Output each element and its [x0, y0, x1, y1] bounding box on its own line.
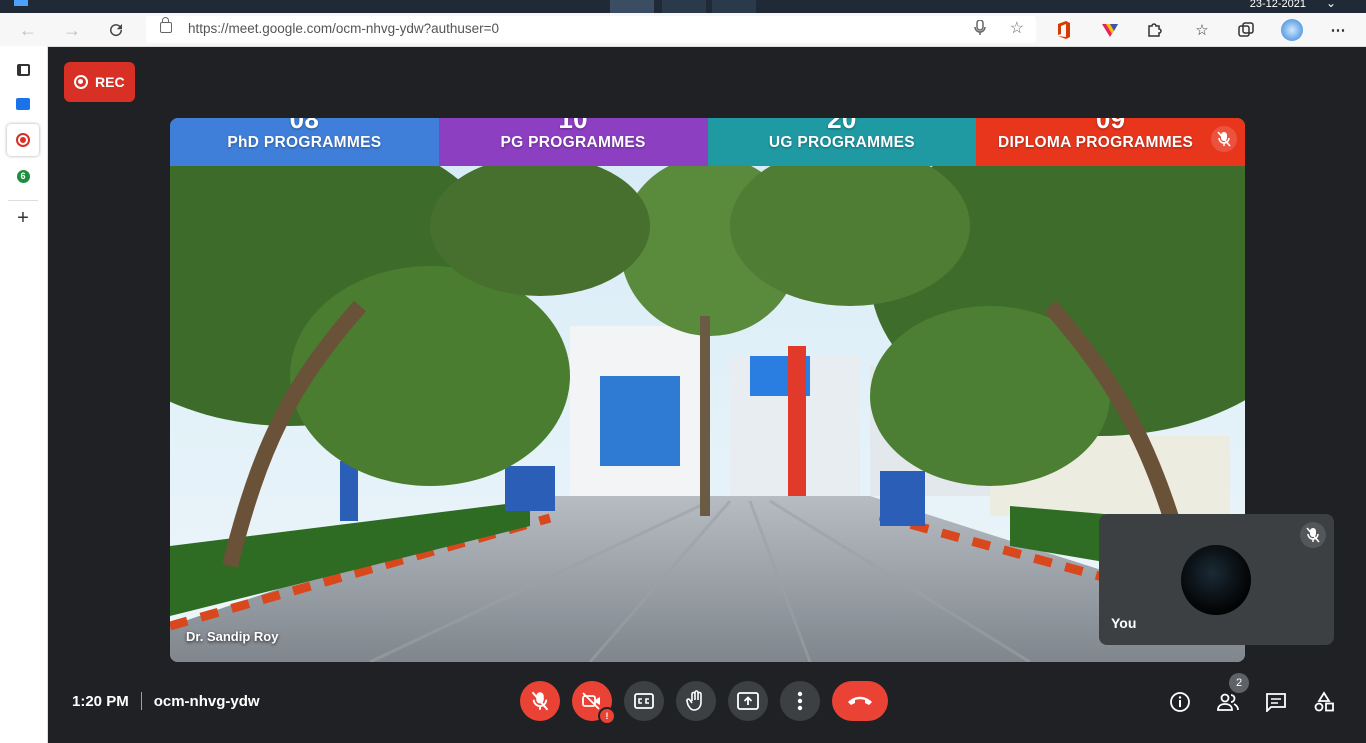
banner-cell-pg: 10 PG PROGRAMMES: [438, 118, 708, 166]
chevron-down-icon[interactable]: ⌄: [1326, 0, 1336, 10]
reload-icon: [110, 24, 123, 37]
address-url: https://meet.google.com/ocm-nhvg-ydw?aut…: [188, 21, 500, 36]
collections-icon[interactable]: [1234, 18, 1258, 42]
reload-button[interactable]: [102, 17, 130, 43]
microphone-icon[interactable]: [974, 19, 986, 39]
banner-number: 08: [289, 118, 320, 134]
meeting-time: 1:20 PM: [72, 692, 129, 710]
participant-count-badge: 2: [1229, 673, 1249, 693]
tab-actions-button[interactable]: [7, 54, 39, 86]
browser-sidebar: 6 +: [0, 46, 48, 743]
camera-off-icon: [582, 692, 600, 710]
leave-call-button[interactable]: [832, 681, 888, 721]
more-menu-icon[interactable]: ⋯: [1326, 18, 1350, 42]
favorites-icon[interactable]: ☆: [1190, 18, 1214, 42]
profile-avatar[interactable]: [1280, 18, 1304, 42]
add-sidebar-item-button[interactable]: +: [7, 202, 39, 234]
present-icon: [737, 692, 759, 710]
self-video-tile[interactable]: You: [1099, 514, 1334, 645]
contact-card-icon: [16, 98, 30, 110]
os-taskbar: 23-12-2021 ⌄: [0, 0, 1366, 13]
self-name-label: You: [1111, 615, 1137, 631]
hang-up-icon: [848, 696, 872, 705]
sidebar-divider: [8, 200, 38, 201]
banner-label: DIPLOMA PROGRAMMES: [998, 134, 1194, 151]
presenter-muted-icon: [1211, 126, 1237, 152]
speaker-name: Dr. Sandip Roy: [186, 629, 279, 644]
banner-cell-diploma: 09 DIPLOMA PROGRAMMES: [976, 118, 1245, 166]
taskbar-date: 23-12-2021: [1249, 0, 1306, 10]
windows-start-icon[interactable]: [14, 0, 28, 6]
hand-icon: [686, 690, 702, 711]
screen-recorder-button[interactable]: [7, 124, 39, 156]
taskbar-app-explorer[interactable]: [662, 0, 706, 13]
programmes-banner: 08 PhD PROGRAMMES 10 PG PROGRAMMES 20 UG…: [170, 118, 1245, 166]
banner-number: 09: [1095, 118, 1126, 134]
banner-cell-ug: 20 UG PROGRAMMES: [707, 118, 977, 166]
more-options-button[interactable]: [780, 681, 820, 721]
camera-warning-icon: !: [598, 707, 616, 725]
captions-icon: [634, 693, 654, 709]
forward-button[interactable]: →: [58, 17, 86, 43]
plus-icon: +: [17, 207, 29, 229]
meeting-info: 1:20 PM ocm-nhvg-ydw: [72, 692, 260, 710]
color-extension-icon[interactable]: [1098, 18, 1122, 42]
tabs-icon: [16, 64, 30, 76]
office-extension-icon[interactable]: [1052, 18, 1076, 42]
campus-background-image: [170, 166, 1245, 662]
add-favorite-icon[interactable]: ☆: [1010, 18, 1024, 38]
avatar: [1181, 545, 1251, 615]
banner-number: 10: [558, 118, 588, 134]
extensions-puzzle-icon[interactable]: [1142, 18, 1166, 42]
record-icon: [74, 75, 88, 89]
record-icon: [16, 133, 30, 147]
chat-button[interactable]: [1259, 685, 1293, 719]
people-icon: [1217, 693, 1239, 711]
notification-badge: 6: [16, 169, 30, 183]
taskbar-app-browser[interactable]: [610, 0, 654, 13]
main-video-tile[interactable]: 08 PhD PROGRAMMES 10 PG PROGRAMMES 20 UG…: [170, 118, 1245, 662]
lock-icon: [160, 17, 172, 33]
raise-hand-button[interactable]: [676, 681, 716, 721]
activities-button[interactable]: [1307, 685, 1341, 719]
activities-icon: [1314, 691, 1334, 712]
self-muted-icon: [1300, 522, 1326, 548]
banner-label: PG PROGRAMMES: [500, 134, 646, 151]
back-button[interactable]: ←: [14, 17, 42, 43]
meeting-code: ocm-nhvg-ydw: [153, 692, 260, 710]
microphone-off-icon: [531, 691, 549, 711]
captions-button[interactable]: [624, 681, 664, 721]
present-screen-button[interactable]: [728, 681, 768, 721]
banner-label: PhD PROGRAMMES: [227, 134, 382, 151]
microphone-toggle-button[interactable]: [520, 681, 560, 721]
meeting-details-button[interactable]: [1163, 685, 1197, 719]
chat-icon: [1266, 693, 1286, 712]
banner-cell-phd: 08 PhD PROGRAMMES: [170, 118, 439, 166]
chat-app-button[interactable]: 6: [7, 160, 39, 192]
more-vert-icon: [797, 691, 803, 711]
browser-toolbar: ← → https://meet.google.com/ocm-nhvg-ydw…: [0, 13, 1366, 47]
people-button[interactable]: 2: [1211, 673, 1249, 719]
camera-toggle-button[interactable]: !: [572, 681, 616, 725]
banner-number: 20: [827, 118, 857, 134]
recording-indicator[interactable]: REC: [64, 62, 135, 102]
banner-label: UG PROGRAMMES: [768, 134, 915, 151]
meeting-info-divider: [140, 692, 142, 710]
taskbar-app-store[interactable]: [712, 0, 756, 13]
recording-label: REC: [95, 74, 125, 90]
contacts-button[interactable]: [7, 88, 39, 120]
address-bar[interactable]: https://meet.google.com/ocm-nhvg-ydw?aut…: [146, 16, 1036, 43]
info-icon: [1170, 692, 1190, 712]
